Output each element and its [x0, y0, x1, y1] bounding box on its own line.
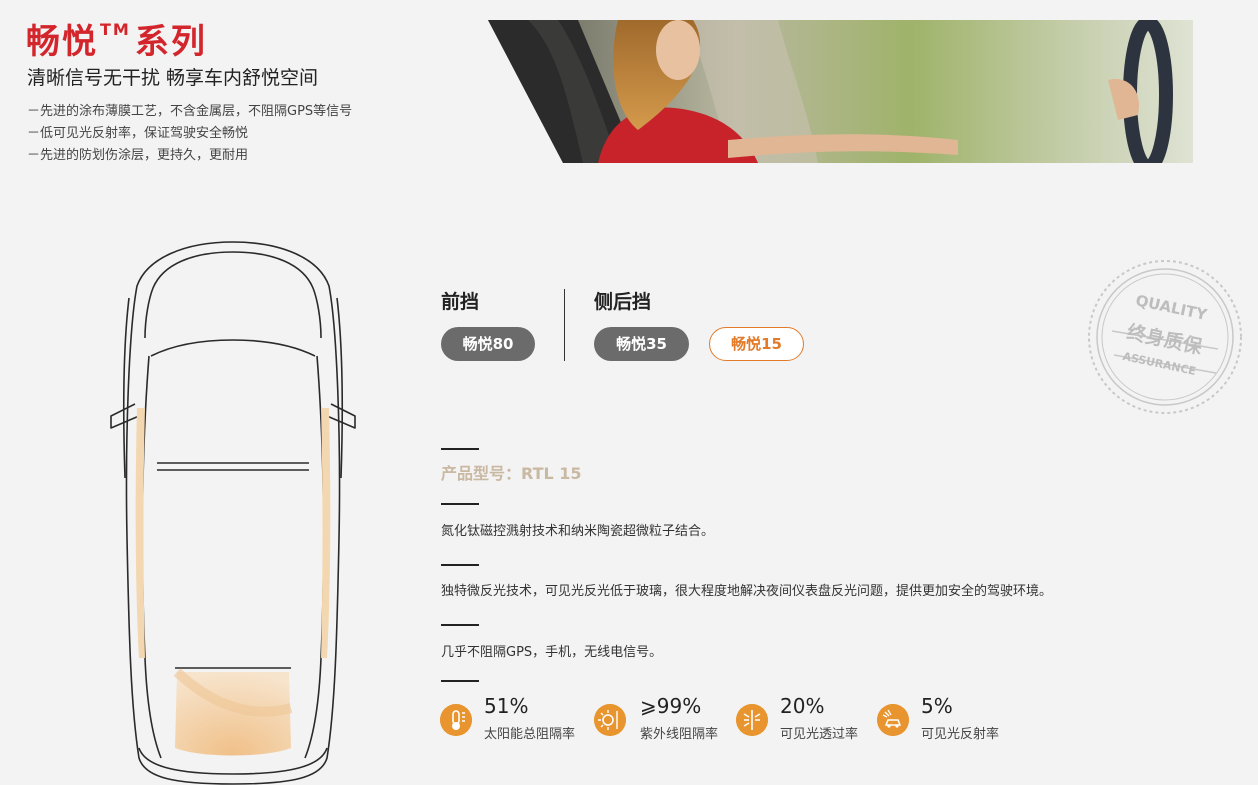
tab-changyue-15[interactable]: 畅悦15 [709, 327, 804, 361]
series-title: 畅悦 TM 系列 [26, 14, 207, 63]
quality-assurance-stamp: QUALITY 终身质保 ASSURANCE [1088, 260, 1242, 414]
stamp-quality-text: QUALITY [1134, 291, 1210, 324]
stat-label: 可见光透过率 [780, 727, 859, 742]
tab-changyue-35[interactable]: 畅悦35 [594, 327, 689, 361]
series-title-text: 畅悦 [26, 22, 98, 62]
section-rule [441, 624, 479, 626]
section-rule [441, 448, 479, 450]
tab-group-front-label: 前挡 [441, 291, 480, 313]
series-subtitle: 清晰信号无干扰 畅享车内舒悦空间 [27, 67, 319, 89]
thermometer-icon [440, 704, 472, 736]
tab-changyue-80[interactable]: 畅悦80 [441, 327, 535, 361]
stat-value: 5% [921, 694, 953, 718]
car-top-view-illustration [110, 241, 356, 785]
section-rule [441, 680, 479, 682]
tab-group-side-rear-label: 侧后挡 [594, 291, 652, 313]
stat-label: 太阳能总阻隔率 [484, 727, 576, 742]
stat-label: 可见光反射率 [921, 727, 1000, 742]
section-rule [441, 564, 479, 566]
stat-value: 20% [780, 694, 825, 718]
feature-bullet-list: －先进的涂布薄膜工艺，不含金属层，不阻隔GPS等信号 －低可见光反射率，保证驾驶… [27, 101, 352, 167]
light-icon [736, 704, 768, 736]
series-title-suffix: 系列 [134, 22, 207, 62]
stat-value: ⩾99% [640, 694, 702, 718]
stat-label: 紫外线阻隔率 [640, 727, 719, 742]
feature-bullet: －先进的防划伤涂层，更持久，更耐用 [27, 148, 249, 163]
product-feature: 氮化钛磁控溅射技术和纳米陶瓷超微粒子结合。 [441, 524, 715, 539]
tab-divider [564, 289, 565, 361]
feature-bullet: －低可见光反射率，保证驾驶安全畅悦 [27, 126, 249, 141]
product-feature: 独特微反光技术，可见光反光低于玻璃，很大程度地解决夜间仪表盘反光问题，提供更加安… [441, 584, 1053, 599]
product-feature: 几乎不阻隔GPS，手机，无线电信号。 [441, 645, 663, 660]
stat-value: 51% [484, 694, 529, 718]
hero-driving-image [488, 20, 1193, 163]
sun-icon [594, 704, 626, 736]
feature-bullet: －先进的涂布薄膜工艺，不含金属层，不阻隔GPS等信号 [27, 104, 353, 119]
car-glare-icon [877, 704, 909, 736]
section-rule [441, 503, 479, 505]
product-model: 产品型号：RTL 15 [441, 464, 582, 483]
trademark-mark: TM [100, 20, 131, 39]
